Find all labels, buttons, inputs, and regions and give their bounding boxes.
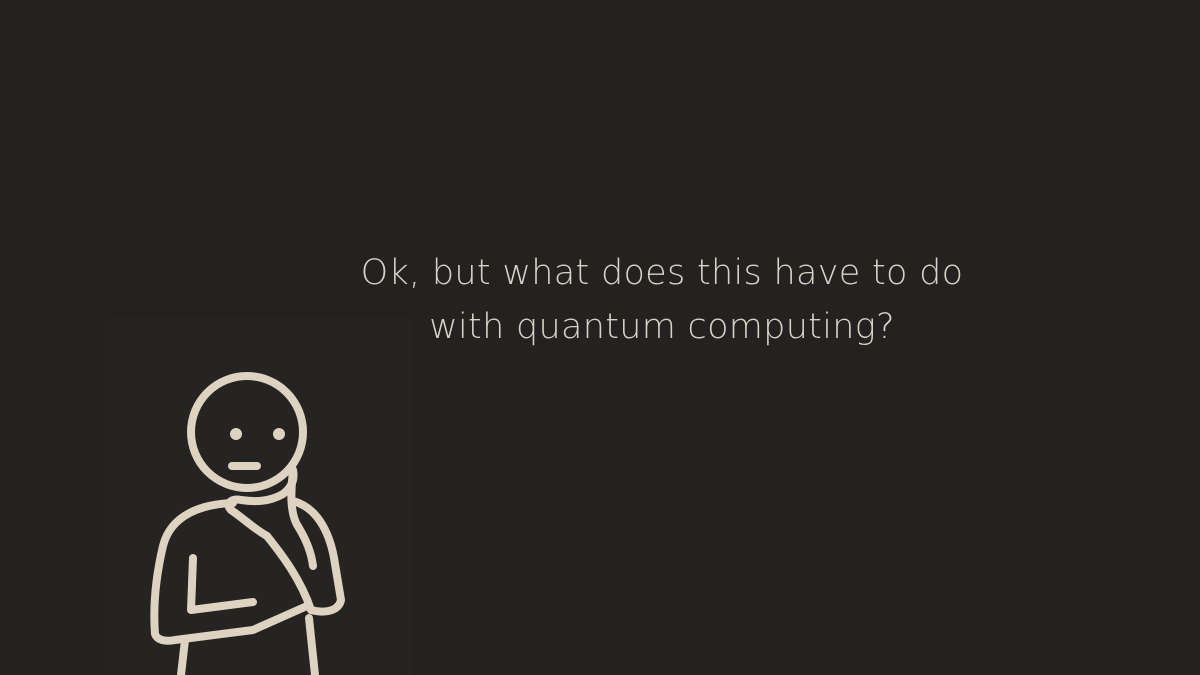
- slide: Ok, but what does this have to do with q…: [0, 0, 1200, 675]
- illustration-panel: [105, 318, 411, 675]
- caption-line-1: Ok, but what does this have to do: [360, 253, 964, 293]
- thinking-person-icon: [150, 372, 345, 675]
